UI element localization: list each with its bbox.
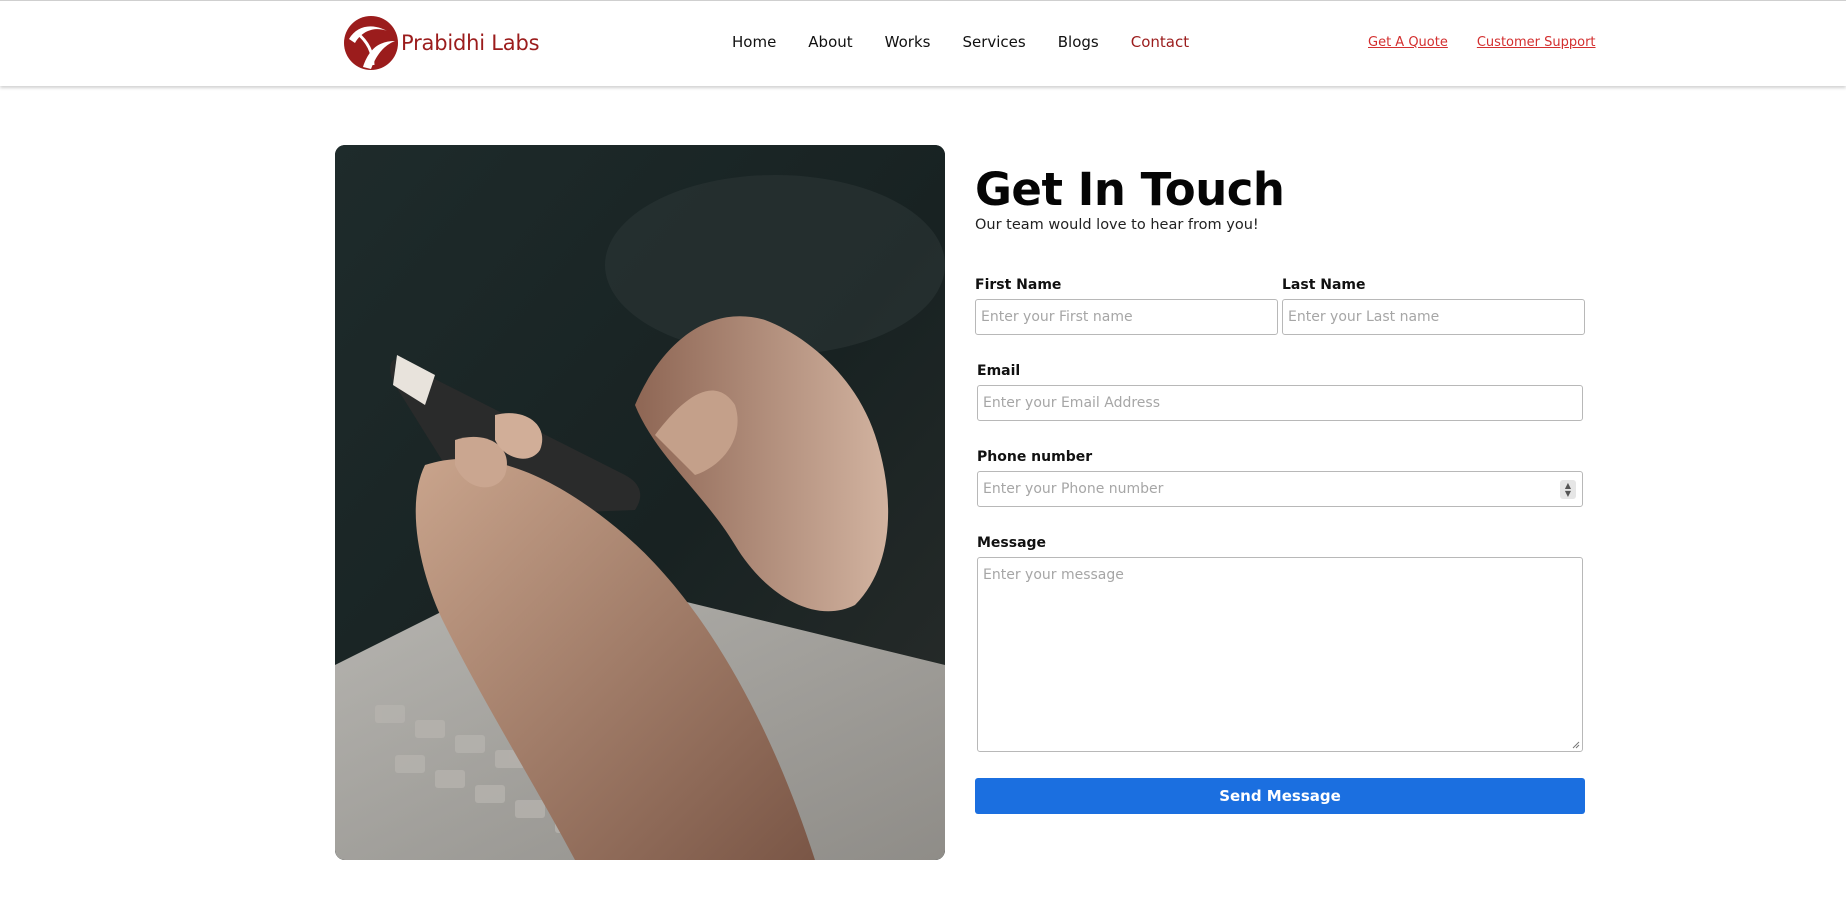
page-title: Get In Touch [975,163,1285,216]
header-links: Get A Quote Customer Support [1368,35,1625,50]
phone-input[interactable]: Enter your Phone number ▲ ▼ [977,471,1583,507]
first-name-label: First Name [975,277,1062,293]
nav-item-blogs[interactable]: Blogs [1058,33,1099,51]
send-message-button[interactable]: Send Message [975,778,1585,814]
first-name-placeholder: Enter your First name [981,309,1133,325]
get-a-quote-link[interactable]: Get A Quote [1368,35,1448,50]
hands-phone-image [335,145,945,860]
nav-item-services[interactable]: Services [962,33,1025,51]
last-name-label: Last Name [1282,277,1366,293]
message-textarea[interactable]: Enter your message [977,557,1583,752]
main-nav: Home About Works Services Blogs Contact [732,33,1221,51]
resize-handle-icon[interactable] [1572,741,1580,749]
first-name-input[interactable]: Enter your First name [975,299,1278,335]
last-name-input[interactable]: Enter your Last name [1282,299,1585,335]
phone-placeholder: Enter your Phone number [983,481,1164,497]
nav-item-works[interactable]: Works [885,33,931,51]
email-placeholder: Enter your Email Address [983,395,1161,411]
nav-item-contact[interactable]: Contact [1131,33,1189,51]
message-placeholder: Enter your message [983,567,1124,583]
phone-label: Phone number [977,449,1093,465]
brand-name: Prabidhi Labs [401,31,540,55]
page-subtitle: Our team would love to hear from you! [975,216,1259,233]
nav-item-home[interactable]: Home [732,33,776,51]
message-label: Message [977,535,1047,551]
brand-logo[interactable]: Prabidhi Labs [343,15,540,71]
email-label: Email [977,363,1021,379]
email-input[interactable]: Enter your Email Address [977,385,1583,421]
chevron-down-icon[interactable]: ▼ [1565,489,1571,498]
nav-item-about[interactable]: About [808,33,852,51]
brand-logo-icon [344,16,398,70]
customer-support-link[interactable]: Customer Support [1477,35,1596,50]
site-header: Prabidhi Labs Home About Works Services … [0,0,1846,86]
contact-photo [335,145,945,860]
contact-form-header: Get In Touch Our team would love to hear… [975,165,1585,233]
last-name-placeholder: Enter your Last name [1288,309,1440,325]
number-spinner[interactable]: ▲ ▼ [1560,480,1576,499]
